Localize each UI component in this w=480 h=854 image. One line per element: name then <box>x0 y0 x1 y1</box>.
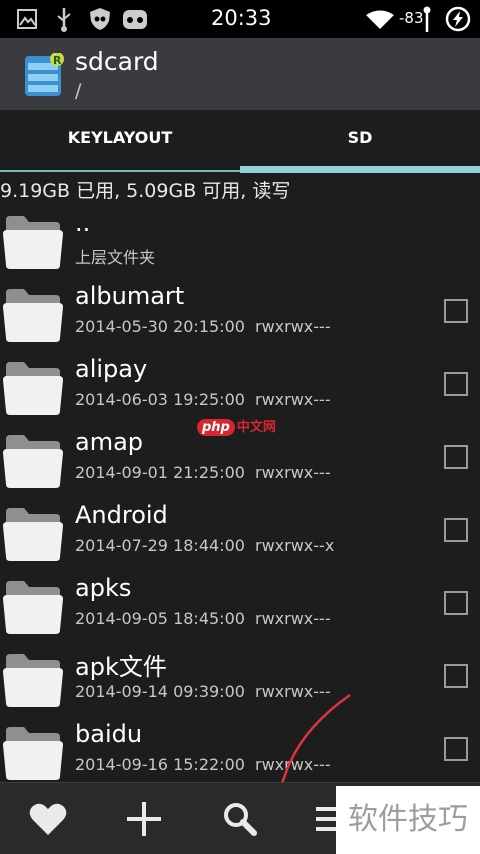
folder-icon <box>3 654 63 707</box>
shield-icon <box>90 8 110 30</box>
folder-icon <box>3 435 63 488</box>
storage-info: 9.19GB 已用, 5.09GB 可用, 读写 <box>0 180 291 202</box>
tab-sd[interactable]: SD <box>240 110 480 173</box>
select-checkbox[interactable] <box>444 664 468 688</box>
favorite-icon[interactable] <box>24 797 72 841</box>
parent-folder-row[interactable]: .. 上层文件夹 <box>0 200 480 273</box>
select-checkbox[interactable] <box>444 299 468 323</box>
folder-icon <box>3 508 63 561</box>
app-logo-icon[interactable]: R <box>22 53 64 99</box>
file-date: 2014-05-30 20:15:00 <box>75 317 245 336</box>
current-path: / <box>75 80 82 102</box>
select-checkbox[interactable] <box>444 372 468 396</box>
select-checkbox[interactable] <box>444 737 468 761</box>
status-bar: 20:33 -83 <box>0 0 480 38</box>
android-icon <box>123 10 147 29</box>
select-checkbox[interactable] <box>444 591 468 615</box>
select-checkbox[interactable] <box>444 518 468 542</box>
folder-icon <box>3 727 63 780</box>
file-name: apks <box>75 574 132 602</box>
select-checkbox[interactable] <box>444 445 468 469</box>
image-icon <box>17 9 37 29</box>
clock: 20:33 <box>211 6 272 30</box>
file-row[interactable]: Android 2014-07-29 18:44:00 rwxrwx--x <box>0 492 480 565</box>
wifi-icon <box>366 10 394 29</box>
antenna-icon <box>423 6 431 32</box>
php-badge-text: 中文网 <box>236 420 276 435</box>
file-date: 2014-07-29 18:44:00 <box>75 536 245 555</box>
file-row[interactable]: apks 2014-09-05 18:45:00 rwxrwx--- <box>0 565 480 638</box>
file-name: Android <box>75 501 168 529</box>
file-name: amap <box>75 428 144 456</box>
file-name: alipay <box>75 355 148 383</box>
file-date: 2014-06-03 19:25:00 <box>75 390 245 409</box>
parent-folder-label: 上层文件夹 <box>75 248 156 267</box>
file-permissions: rwxrwx--x <box>255 536 335 555</box>
folder-icon <box>3 581 63 634</box>
site-watermark: 软件技巧 <box>336 786 480 854</box>
file-permissions: rwxrwx--- <box>255 609 331 628</box>
file-date: 2014-09-16 15:22:00 <box>75 755 245 774</box>
file-row[interactable]: alipay 2014-06-03 19:25:00 rwxrwx--- <box>0 346 480 419</box>
file-name: apk文件 <box>75 653 167 681</box>
file-permissions: rwxrwx--- <box>255 463 331 482</box>
tab-active-indicator <box>240 166 480 173</box>
tab-bar: KEYLAYOUT SD <box>0 110 480 173</box>
file-date: 2014-09-05 18:45:00 <box>75 609 245 628</box>
file-date: 2014-09-14 09:39:00 <box>75 682 245 701</box>
php-watermark: php 中文网 <box>197 416 276 436</box>
file-date: 2014-09-01 21:25:00 <box>75 463 245 482</box>
file-row[interactable]: albumart 2014-05-30 20:15:00 rwxrwx--- <box>0 273 480 346</box>
tab-keylayout[interactable]: KEYLAYOUT <box>0 110 240 173</box>
action-bar-title: sdcard <box>75 47 159 76</box>
usb-icon <box>57 8 71 32</box>
file-permissions: rwxrwx--- <box>255 317 331 336</box>
search-icon[interactable] <box>216 797 264 841</box>
file-name: albumart <box>75 282 185 310</box>
add-icon[interactable] <box>120 797 168 841</box>
php-badge-logo: php <box>197 419 235 436</box>
file-permissions: rwxrwx--- <box>255 390 331 409</box>
folder-icon <box>3 216 63 269</box>
file-name: baidu <box>75 720 143 748</box>
folder-icon <box>3 289 63 342</box>
charge-icon <box>445 6 471 32</box>
folder-icon <box>3 362 63 415</box>
parent-folder-name: .. <box>75 209 91 237</box>
svg-text:R: R <box>53 54 62 67</box>
action-bar: R sdcard / <box>0 38 480 110</box>
